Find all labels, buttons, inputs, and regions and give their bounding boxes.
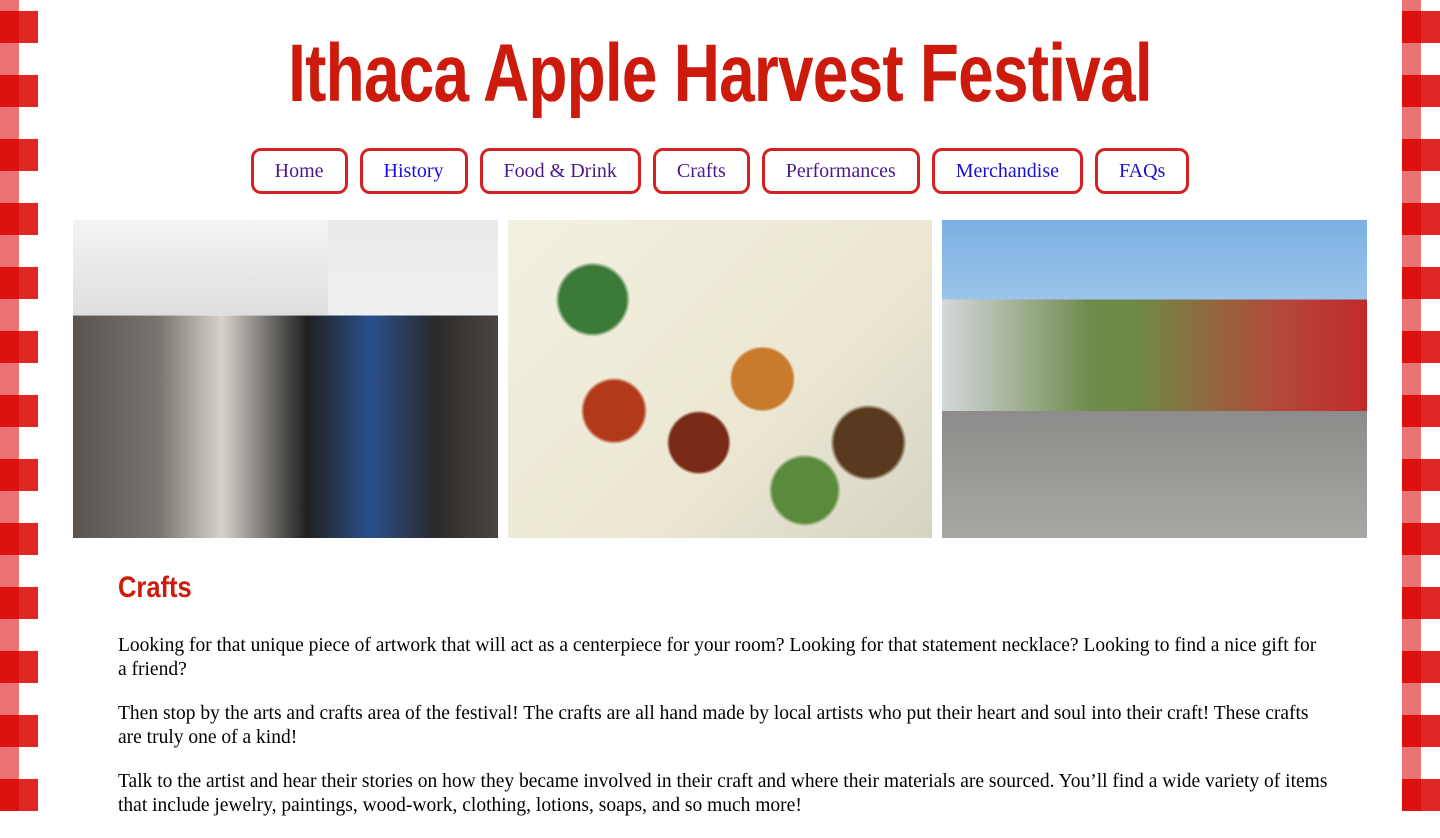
photo-craft-booth-crowd [73, 220, 498, 538]
photo-festival-street [942, 220, 1368, 538]
gingham-border-left [0, 0, 38, 811]
main-nav: Home History Food & Drink Crafts Perform… [0, 148, 1440, 194]
nav-performances[interactable]: Performances [761, 148, 920, 194]
site-title: Ithaca Apple Harvest Festival [288, 28, 1152, 119]
photo-gallery [73, 220, 1368, 538]
main-content: Crafts Looking for that unique piece of … [118, 566, 1328, 838]
paragraph-intro: Looking for that unique piece of artwork… [118, 635, 1317, 680]
nav-history[interactable]: History [359, 148, 468, 194]
photo-painted-wood-blocks [507, 220, 933, 538]
nav-home[interactable]: Home [250, 148, 348, 194]
gingham-border-right [1402, 0, 1440, 811]
nav-crafts[interactable]: Crafts [652, 148, 750, 194]
section-heading: Crafts [118, 571, 192, 604]
nav-faqs[interactable]: FAQs [1095, 148, 1190, 194]
nav-food-drink[interactable]: Food & Drink [479, 148, 641, 194]
paragraph-visit: Then stop by the arts and crafts area of… [118, 703, 1309, 748]
nav-merchandise[interactable]: Merchandise [931, 148, 1084, 194]
